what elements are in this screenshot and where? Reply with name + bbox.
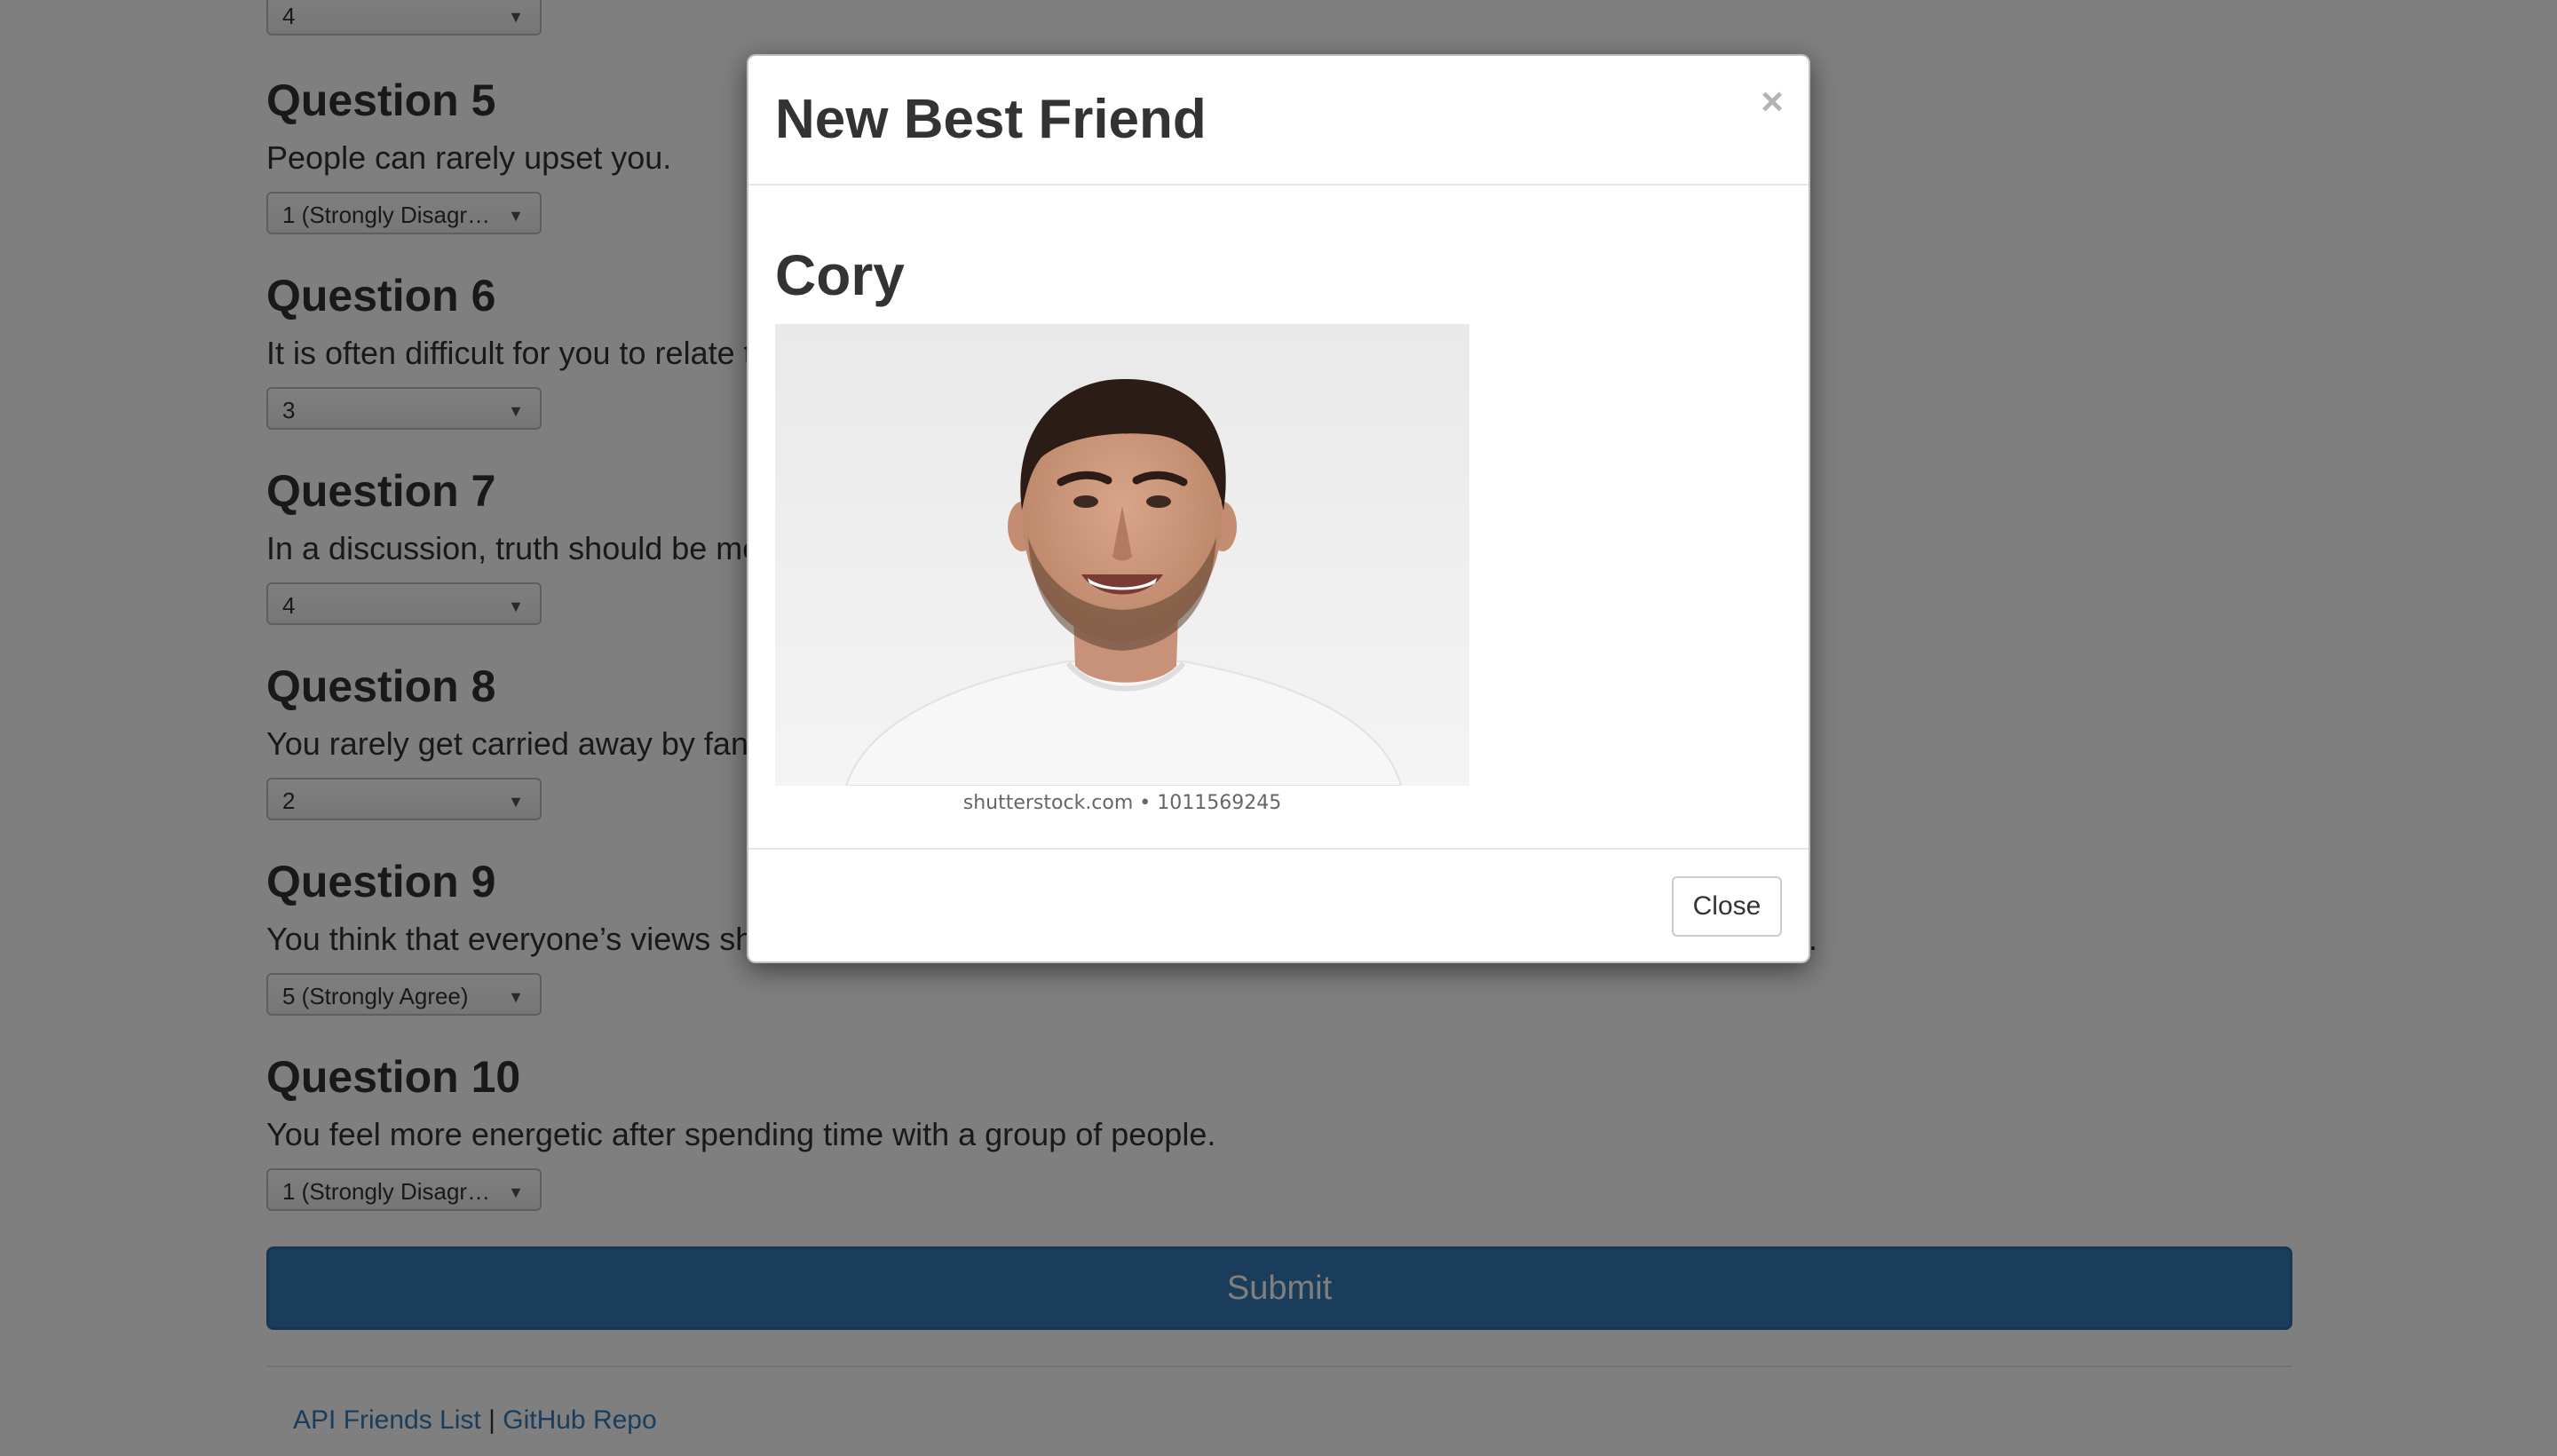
friend-photo-image <box>775 324 1469 786</box>
friend-name: Cory <box>775 243 905 307</box>
photo-watermark: shutterstock.com • 1011569245 <box>962 792 1282 814</box>
close-button[interactable]: Close <box>1672 876 1782 937</box>
modal-footer: Close <box>748 848 1809 961</box>
best-friend-modal: New Best Friend × Cory shutterstock.com … <box>747 54 1810 963</box>
modal-title: New Best Friend <box>775 89 1207 150</box>
modal-header: New Best Friend × <box>748 56 1809 186</box>
friend-photo: shutterstock.com • 1011569245 <box>775 324 1469 821</box>
close-icon[interactable]: × <box>1761 83 1784 122</box>
